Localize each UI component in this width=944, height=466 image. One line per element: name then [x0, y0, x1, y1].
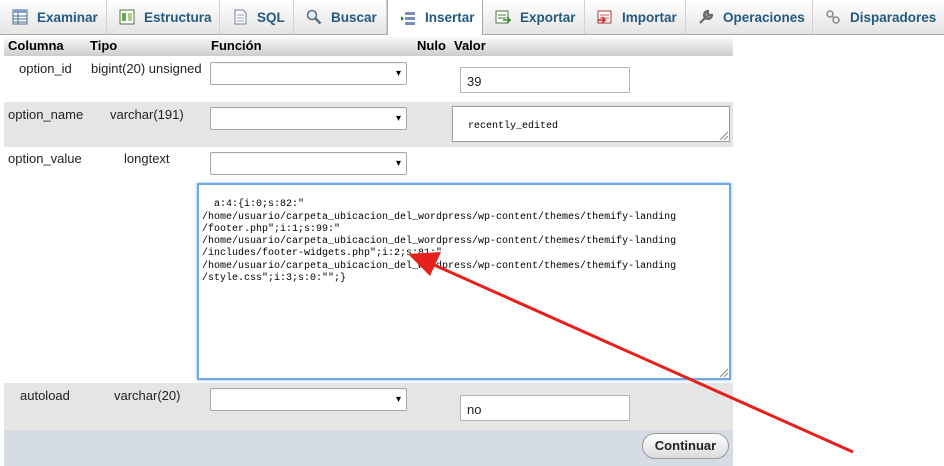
annotation-arrow — [408, 252, 854, 454]
